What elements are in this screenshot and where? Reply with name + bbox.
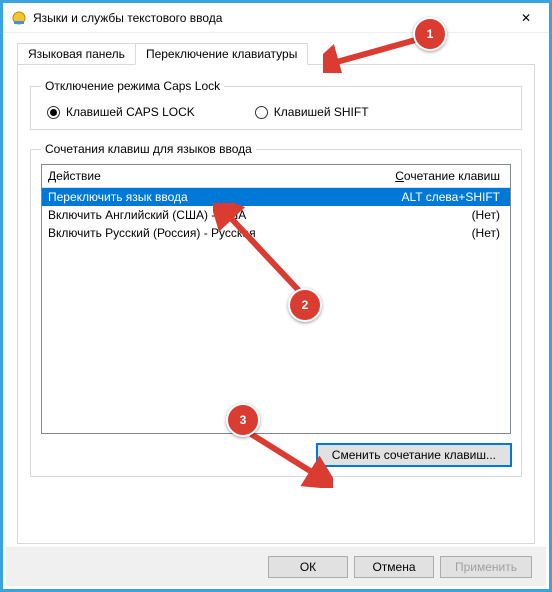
- caps-lock-group: Отключение режима Caps Lock Клавишей CAP…: [30, 79, 522, 130]
- annotation-callout-2: 2: [288, 288, 322, 322]
- cancel-button-label: Отмена: [372, 560, 415, 574]
- radio-shift-label: Клавишей SHIFT: [274, 105, 369, 119]
- hotkeys-list[interactable]: Действие Сочетание клавиш Переключить яз…: [41, 164, 511, 434]
- caps-lock-radio-row: Клавишей CAPS LOCK Клавишей SHIFT: [47, 105, 511, 119]
- annotation-callout-3: 3: [226, 403, 260, 437]
- radio-shift[interactable]: Клавишей SHIFT: [255, 105, 369, 119]
- list-header: Действие Сочетание клавиш: [42, 165, 510, 188]
- title-bar: Языки и службы текстового ввода ✕: [3, 3, 549, 33]
- tab-keyboard-switch-label: Переключение клавиатуры: [146, 47, 297, 61]
- hotkeys-group: Сочетания клавиш для языков ввода Действ…: [30, 142, 522, 477]
- list-row[interactable]: Включить Английский (США) - США (Нет): [42, 206, 510, 224]
- row-shortcut: ALT слева+SHIFT: [354, 190, 504, 204]
- list-row[interactable]: Включить Русский (Россия) - Русская (Нет…: [42, 224, 510, 242]
- tab-language-bar-label: Языковая панель: [28, 47, 125, 61]
- change-button-row: Сменить сочетание клавиш...: [41, 444, 511, 466]
- radio-icon: [47, 106, 60, 119]
- row-action: Переключить язык ввода: [48, 190, 354, 204]
- close-button[interactable]: ✕: [503, 3, 549, 33]
- tab-keyboard-switch[interactable]: Переключение клавиатуры: [135, 43, 308, 65]
- content-area: Языковая панель Переключение клавиатуры …: [3, 33, 549, 554]
- radio-caps-lock-label: Клавишей CAPS LOCK: [66, 105, 195, 119]
- tabs: Языковая панель Переключение клавиатуры: [17, 43, 535, 65]
- radio-icon: [255, 106, 268, 119]
- change-hotkey-button[interactable]: Сменить сочетание клавиш...: [317, 444, 511, 466]
- radio-caps-lock[interactable]: Клавишей CAPS LOCK: [47, 105, 195, 119]
- row-shortcut: (Нет): [354, 208, 504, 222]
- dialog-buttons: ОК Отмена Применить: [6, 547, 546, 586]
- list-row[interactable]: Переключить язык ввода ALT слева+SHIFT: [42, 188, 510, 206]
- tab-panel: Отключение режима Caps Lock Клавишей CAP…: [17, 64, 535, 544]
- ok-button[interactable]: ОК: [268, 556, 348, 578]
- row-shortcut: (Нет): [354, 226, 504, 240]
- hotkeys-legend: Сочетания клавиш для языков ввода: [41, 142, 256, 156]
- row-action: Включить Английский (США) - США: [48, 208, 354, 222]
- col-shortcut-header[interactable]: Сочетание клавиш: [360, 165, 510, 187]
- app-icon: [11, 10, 27, 26]
- tab-language-bar[interactable]: Языковая панель: [17, 43, 136, 65]
- apply-button-label: Применить: [455, 560, 517, 574]
- col-action-header[interactable]: Действие: [42, 165, 360, 187]
- apply-button[interactable]: Применить: [440, 556, 532, 578]
- ok-button-label: ОК: [300, 560, 316, 574]
- cancel-button[interactable]: Отмена: [354, 556, 434, 578]
- change-hotkey-button-label: Сменить сочетание клавиш...: [332, 448, 496, 462]
- annotation-callout-1: 1: [413, 17, 447, 51]
- close-icon: ✕: [521, 11, 531, 25]
- caps-lock-legend: Отключение режима Caps Lock: [41, 79, 224, 93]
- row-action: Включить Русский (Россия) - Русская: [48, 226, 354, 240]
